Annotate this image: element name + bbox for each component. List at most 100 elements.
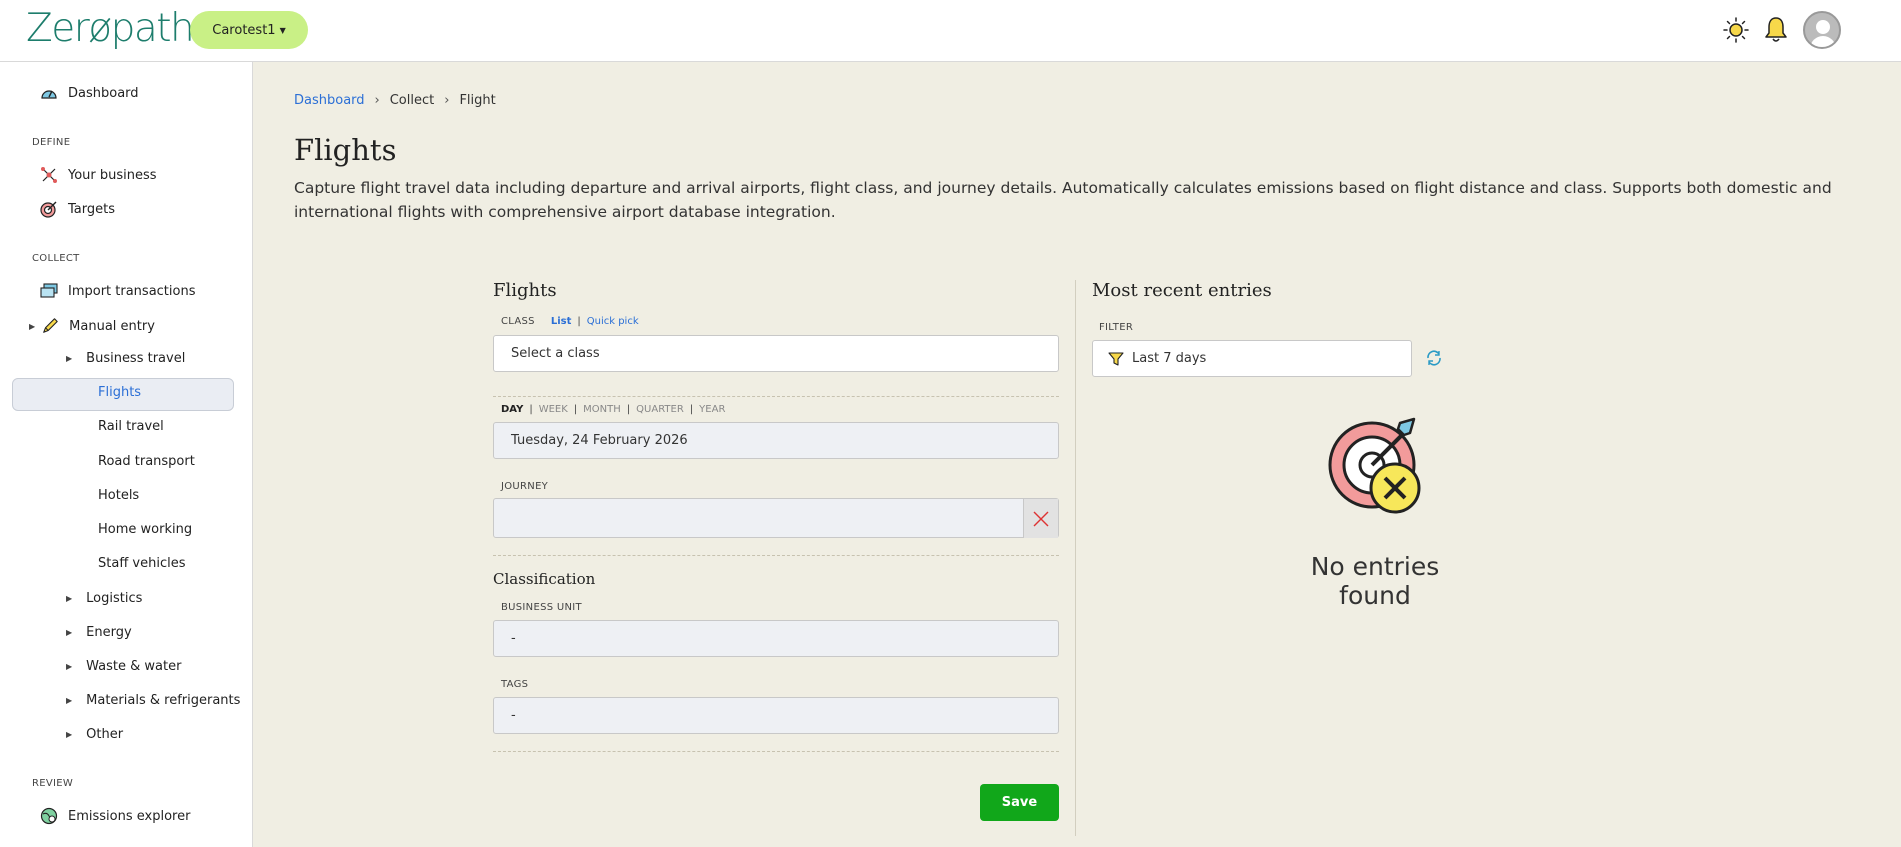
chevron-right-icon: › — [374, 93, 380, 108]
period-quarter[interactable]: QUARTER — [636, 404, 684, 415]
pencil-icon — [41, 317, 59, 335]
sun-icon[interactable] — [1723, 17, 1749, 43]
sidebar-item-rail-travel[interactable]: Rail travel — [98, 419, 164, 434]
date-field[interactable]: Tuesday, 24 February 2026 — [493, 422, 1059, 459]
sidebar-item-label: Emissions explorer — [68, 808, 191, 824]
sidebar: Dashboard DEFINE Your business Targets C… — [0, 62, 253, 847]
filter-select[interactable]: Last 7 days — [1092, 340, 1412, 377]
journey-label: JOURNEY — [501, 481, 549, 492]
expand-arrow-icon: ▶ — [66, 354, 73, 363]
divider — [493, 555, 1059, 556]
business-unit-field[interactable]: - — [493, 620, 1059, 657]
period-year[interactable]: YEAR — [699, 404, 725, 415]
classification-heading: Classification — [493, 570, 596, 588]
refresh-icon[interactable] — [1424, 348, 1444, 372]
breadcrumb-dashboard[interactable]: Dashboard — [294, 93, 365, 108]
form-heading: Flights — [493, 280, 557, 301]
period-toggle: DAY | WEEK | MONTH | QUARTER | YEAR — [501, 404, 726, 415]
stack-icon — [40, 282, 58, 300]
sidebar-item-label: Other — [86, 727, 124, 742]
sidebar-item-import-transactions[interactable]: Import transactions — [40, 282, 196, 300]
sidebar-item-label: Dashboard — [68, 85, 139, 101]
top-bar-actions — [1723, 11, 1841, 49]
sidebar-item-manual-entry[interactable]: ▶ Manual entry — [29, 317, 155, 335]
close-icon — [1033, 511, 1049, 526]
sidebar-item-waste-water[interactable]: ▶ Waste & water — [66, 659, 181, 674]
journey-field[interactable] — [493, 498, 1059, 538]
class-mode-list[interactable]: List — [551, 316, 572, 327]
sidebar-item-label: Manual entry — [69, 318, 155, 334]
sidebar-item-road-transport[interactable]: Road transport — [98, 454, 195, 469]
gauge-icon — [40, 84, 58, 102]
sidebar-item-label: Materials & refrigerants — [86, 693, 241, 708]
class-label: CLASS — [501, 316, 535, 327]
sidebar-item-label: Targets — [68, 201, 115, 217]
app-logo[interactable]: Zerøpath — [26, 6, 195, 51]
sidebar-item-label: Home working — [98, 522, 193, 537]
sidebar-item-dashboard[interactable]: Dashboard — [40, 84, 139, 102]
sidebar-item-label: Waste & water — [86, 659, 182, 674]
sidebar-item-flights[interactable]: Flights — [98, 385, 141, 400]
chevron-right-icon: › — [444, 93, 450, 108]
sidebar-item-label: Flights — [98, 385, 142, 400]
period-week[interactable]: WEEK — [539, 404, 568, 415]
divider — [493, 396, 1059, 397]
avatar-shoulders — [1810, 36, 1836, 47]
sidebar-section-collect: COLLECT — [32, 253, 80, 264]
class-mode-toggle: CLASS List | Quick pick — [501, 316, 639, 327]
sidebar-item-targets[interactable]: Targets — [40, 200, 115, 218]
sidebar-item-emissions-explorer[interactable]: Emissions explorer — [40, 807, 190, 825]
page-description: Capture flight travel data including dep… — [294, 179, 1832, 221]
sidebar-item-business-travel[interactable]: ▶ Business travel — [66, 351, 185, 366]
sidebar-item-label: Business travel — [86, 351, 186, 366]
sidebar-item-home-working[interactable]: Home working — [98, 522, 192, 537]
divider — [493, 751, 1059, 752]
expand-arrow-icon: ▶ — [66, 730, 73, 739]
sidebar-section-define: DEFINE — [32, 137, 71, 148]
expand-arrow-icon: ▶ — [29, 321, 36, 331]
network-icon — [40, 166, 58, 184]
sidebar-item-energy[interactable]: ▶ Energy — [66, 625, 132, 640]
sidebar-item-label: Hotels — [98, 488, 140, 503]
sidebar-item-label: Staff vehicles — [98, 556, 186, 571]
organisation-selector[interactable]: Carotest1 ▼ — [190, 11, 308, 49]
class-select-value: Select a class — [511, 346, 600, 361]
date-value: Tuesday, 24 February 2026 — [511, 433, 688, 448]
sidebar-item-staff-vehicles[interactable]: Staff vehicles — [98, 556, 185, 571]
class-select[interactable]: Select a class — [493, 335, 1059, 372]
period-day[interactable]: DAY — [501, 404, 523, 415]
save-button[interactable]: Save — [980, 784, 1059, 821]
sidebar-item-your-business[interactable]: Your business — [40, 166, 157, 184]
expand-arrow-icon: ▶ — [66, 696, 73, 705]
globe-icon — [40, 807, 58, 825]
clear-journey-button[interactable] — [1023, 499, 1058, 538]
sidebar-item-label: Import transactions — [68, 283, 196, 299]
sidebar-item-label: Energy — [86, 625, 132, 640]
expand-arrow-icon: ▶ — [66, 594, 73, 603]
sidebar-item-hotels[interactable]: Hotels — [98, 488, 139, 503]
tags-label: TAGS — [501, 679, 529, 690]
business-unit-label: BUSINESS UNIT — [501, 602, 582, 613]
business-unit-value: - — [511, 631, 516, 646]
tags-field[interactable]: - — [493, 697, 1059, 734]
sidebar-section-review: REVIEW — [32, 778, 74, 789]
top-bar: Zerøpath Carotest1 ▼ — [0, 0, 1901, 62]
filter-value: Last 7 days — [1132, 351, 1207, 366]
bell-icon[interactable] — [1763, 17, 1789, 43]
empty-state-text: No entries found — [1310, 552, 1440, 610]
sidebar-item-label: Logistics — [86, 591, 143, 606]
class-mode-quick-pick[interactable]: Quick pick — [587, 316, 639, 327]
tags-value: - — [511, 708, 516, 723]
sidebar-item-materials-refrigerants[interactable]: ▶ Materials & refrigerants — [66, 693, 240, 708]
no-entries-illustration-icon — [1322, 415, 1432, 529]
user-avatar[interactable] — [1803, 11, 1841, 49]
period-month[interactable]: MONTH — [583, 404, 621, 415]
breadcrumb-collect: Collect — [389, 93, 435, 108]
sidebar-item-logistics[interactable]: ▶ Logistics — [66, 591, 142, 606]
toggle-separator: | — [577, 316, 581, 327]
recent-heading: Most recent entries — [1092, 280, 1272, 301]
organisation-name: Carotest1 — [212, 22, 276, 38]
sidebar-item-label: Rail travel — [98, 419, 164, 434]
sidebar-item-other[interactable]: ▶ Other — [66, 727, 123, 742]
expand-arrow-icon: ▶ — [66, 662, 73, 671]
